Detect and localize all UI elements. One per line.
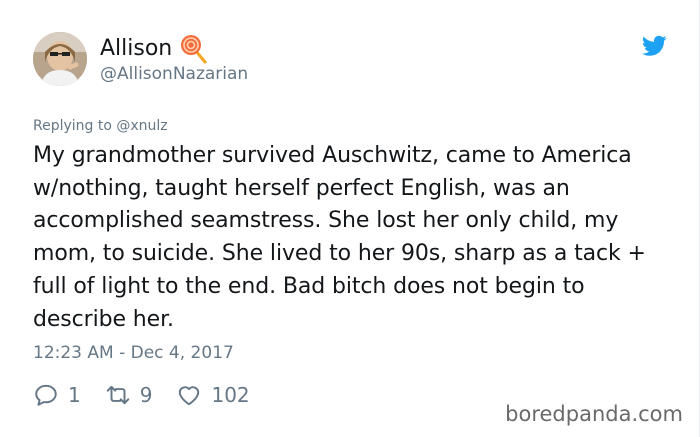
reply-button[interactable]: 1	[33, 382, 81, 408]
lollipop-emoji-icon	[181, 35, 207, 64]
display-name[interactable]: Allison	[100, 34, 172, 64]
retweet-icon	[106, 385, 130, 405]
replying-to[interactable]: Replying to @xnulz	[33, 118, 168, 134]
user-name-row: Allison	[100, 34, 208, 64]
tweet-text: My grandmother survived Auschwitz, came …	[33, 143, 646, 332]
retweet-count: 9	[139, 383, 153, 407]
reply-count: 1	[68, 383, 81, 407]
tweet-timestamp[interactable]: 12:23 AM - Dec 4, 2017	[33, 343, 234, 363]
tweet-actions: 1 9 102	[33, 380, 274, 410]
retweet-button[interactable]: 9	[105, 382, 153, 408]
like-count: 102	[211, 383, 250, 407]
like-button[interactable]: 102	[176, 382, 250, 408]
tweet-card: Allison @AllisonNazarian Replying to @xn…	[0, 0, 700, 437]
avatar-image	[33, 32, 87, 86]
user-handle[interactable]: @AllisonNazarian	[100, 64, 248, 84]
avatar[interactable]	[33, 32, 87, 86]
heart-icon	[179, 386, 200, 406]
boredpanda-watermark: boredpanda.com	[505, 402, 683, 426]
twitter-bird-icon[interactable]	[642, 35, 667, 57]
reply-icon	[35, 384, 57, 406]
